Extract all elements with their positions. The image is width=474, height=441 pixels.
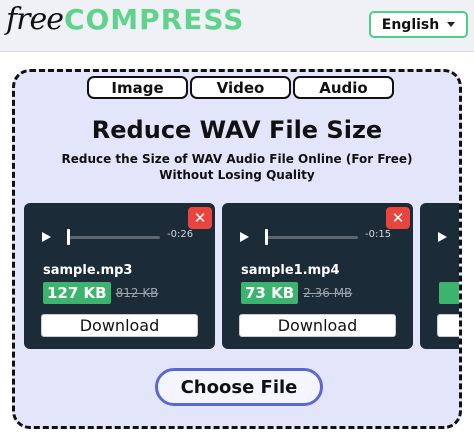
file-cards: ✕ -0:26 sample.mp3 127 KB 812 KB Downloa…: [24, 203, 459, 351]
audio-time-remaining: -0:15: [365, 229, 392, 240]
download-button[interactable]: [437, 314, 459, 337]
tab-video[interactable]: Video: [190, 76, 291, 99]
file-sizes: 73 KB 2.36 MB: [241, 282, 352, 304]
chevron-down-icon: [447, 22, 456, 27]
file-name: sample1.mp4: [241, 263, 340, 278]
logo-free-text: free: [6, 2, 64, 37]
audio-player: [432, 227, 459, 247]
page-subtitle: Reduce the Size of WAV Audio File Online…: [35, 151, 439, 183]
upload-panel: Image Video Audio Reduce WAV File Size R…: [12, 69, 462, 429]
close-icon[interactable]: ✕: [386, 207, 410, 229]
download-button[interactable]: Download: [41, 314, 198, 337]
tab-audio[interactable]: Audio: [293, 76, 394, 99]
file-name: sample.mp3: [43, 263, 133, 278]
original-size: 2.36 MB: [303, 286, 353, 300]
audio-player: -0:15: [234, 227, 399, 247]
audio-player: -0:26: [36, 227, 201, 247]
file-sizes: [439, 282, 459, 304]
audio-progress-track[interactable]: [67, 236, 160, 239]
page-title: Reduce WAV File Size: [91, 116, 383, 144]
subtitle-line-2: Without Losing Quality: [159, 168, 315, 182]
file-card-partial: [420, 203, 459, 349]
audio-progress-track[interactable]: [265, 236, 358, 239]
file-card: ✕ -0:26 sample.mp3 127 KB 812 KB Downloa…: [24, 203, 215, 349]
audio-time-remaining: -0:26: [167, 229, 194, 240]
site-logo[interactable]: free COMPRESS: [6, 2, 244, 46]
media-tabs: Image Video Audio: [87, 76, 394, 99]
play-icon[interactable]: [438, 232, 447, 242]
compressed-size-badge: 127 KB: [43, 282, 111, 304]
play-icon[interactable]: [42, 232, 51, 242]
play-icon[interactable]: [240, 232, 249, 242]
tab-image[interactable]: Image: [87, 76, 188, 99]
choose-file-button[interactable]: Choose File: [155, 368, 323, 406]
original-size: 812 KB: [115, 286, 159, 300]
site-header: free COMPRESS English: [0, 0, 474, 52]
language-label: English: [381, 16, 440, 33]
download-button[interactable]: Download: [239, 314, 396, 337]
compressed-size-badge: [439, 282, 459, 304]
language-select[interactable]: English: [369, 11, 468, 38]
audio-progress-handle[interactable]: [67, 229, 70, 245]
close-icon[interactable]: ✕: [188, 207, 212, 229]
file-card: ✕ -0:15 sample1.mp4 73 KB 2.36 MB Downlo…: [222, 203, 413, 349]
compressed-size-badge: 73 KB: [241, 282, 299, 304]
file-sizes: 127 KB 812 KB: [43, 282, 158, 304]
audio-progress-handle[interactable]: [265, 229, 268, 245]
subtitle-line-1: Reduce the Size of WAV Audio File Online…: [61, 152, 413, 166]
logo-compress-text: COMPRESS: [63, 3, 245, 36]
